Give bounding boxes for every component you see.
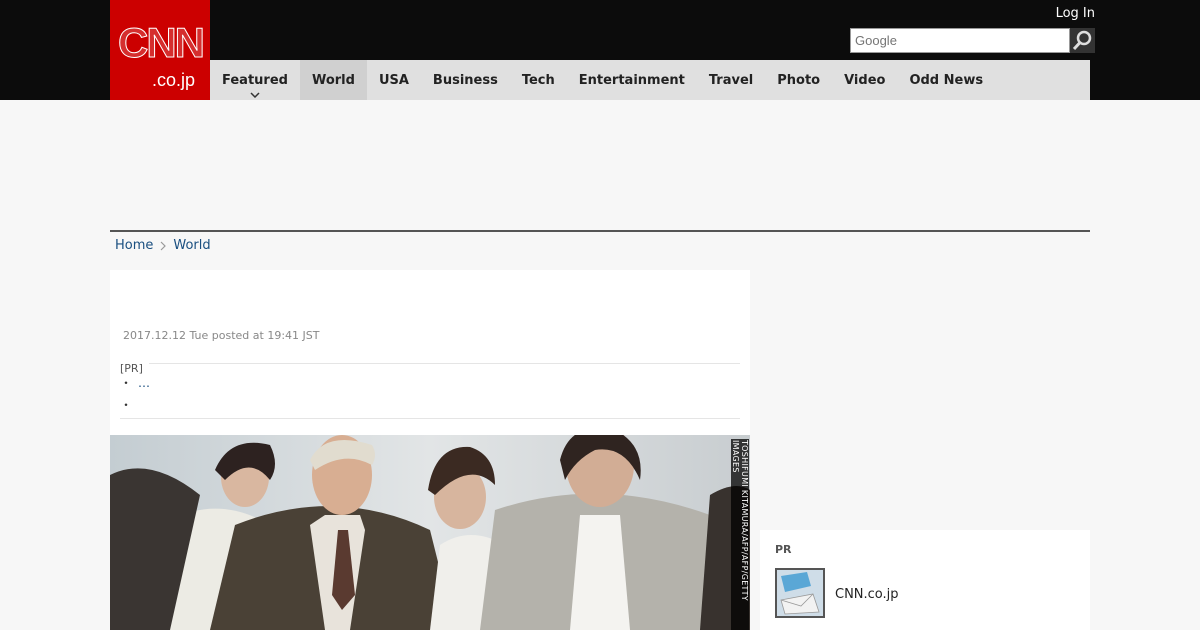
- search-icon: [1072, 30, 1092, 51]
- pr-list-item: ・: [120, 396, 132, 413]
- search-input[interactable]: [850, 28, 1070, 53]
- nav-item-entertainment[interactable]: Entertainment: [567, 60, 697, 100]
- breadcrumb-home[interactable]: Home: [115, 238, 153, 253]
- nav-item-label: Video: [844, 72, 886, 88]
- nav-item-tech[interactable]: Tech: [510, 60, 567, 100]
- nav-item-label: Travel: [708, 72, 754, 88]
- nav-item-video[interactable]: Video: [832, 60, 897, 100]
- bullet: ・: [120, 376, 133, 390]
- chevron-right-icon: [160, 241, 167, 250]
- nav-item-featured[interactable]: Featured: [210, 60, 300, 100]
- breadcrumb: Home World: [115, 238, 211, 253]
- nav-item-travel[interactable]: Travel: [697, 60, 765, 100]
- sidebar-pr-thumbnail[interactable]: [775, 568, 825, 618]
- bullet: ・: [120, 398, 133, 412]
- nav-item-world[interactable]: World: [299, 60, 367, 100]
- pr-label: [PR]: [120, 362, 149, 375]
- cnn-logo[interactable]: CNN CNN .co.jp: [110, 0, 210, 100]
- article-photo: TOSHIFUMI KITAMURA/AFP/AFP/GETTY IMAGES: [110, 435, 750, 630]
- sidebar-pr-title: PR: [775, 543, 792, 556]
- pr-link[interactable]: …: [138, 376, 150, 390]
- logo-main: CNN: [118, 19, 206, 66]
- ad-banner-area: [110, 100, 1090, 230]
- article-divider: [120, 418, 740, 419]
- pr-list-item: ・…: [120, 374, 150, 391]
- nav-item-business[interactable]: Business: [421, 60, 510, 100]
- pr-divider: [120, 363, 740, 364]
- sidebar-pr-box: PR CNN.co.jp: [760, 530, 1090, 630]
- nav-item-photo[interactable]: Photo: [765, 60, 832, 100]
- nav-item-label: World: [311, 72, 355, 88]
- article-card: 2017.12.12 Tue posted at 19:41 JST [PR] …: [110, 270, 750, 630]
- main-nav: Featured World USA Business Tech Enterta…: [210, 60, 1090, 100]
- nav-item-label: Featured: [222, 72, 288, 88]
- nav-item-label: Odd News: [909, 72, 984, 88]
- login-link[interactable]: Log In: [1056, 6, 1095, 21]
- chevron-down-icon: [250, 92, 260, 98]
- photo-illustration: [110, 435, 750, 630]
- sidebar-pr-link[interactable]: CNN.co.jp: [835, 587, 899, 602]
- envelope-icon: [777, 570, 823, 616]
- nav-item-label: Tech: [521, 72, 555, 88]
- article-timestamp: 2017.12.12 Tue posted at 19:41 JST: [123, 329, 320, 342]
- nav-item-odd-news[interactable]: Odd News: [897, 60, 995, 100]
- nav-item-usa[interactable]: USA: [367, 60, 421, 100]
- section-divider: [110, 230, 1090, 232]
- logo-sub: .co.jp: [152, 70, 196, 90]
- pr-header: [PR]: [120, 357, 740, 375]
- photo-credit: TOSHIFUMI KITAMURA/AFP/AFP/GETTY IMAGES: [731, 439, 749, 630]
- nav-item-label: Entertainment: [578, 72, 685, 88]
- nav-item-label: USA: [378, 72, 409, 88]
- search-button[interactable]: [1070, 28, 1095, 53]
- nav-item-label: Business: [432, 72, 498, 88]
- nav-item-label: Photo: [777, 72, 821, 88]
- top-bar: CNN CNN .co.jp Log In Featured World USA…: [0, 0, 1200, 100]
- breadcrumb-current[interactable]: World: [173, 238, 210, 253]
